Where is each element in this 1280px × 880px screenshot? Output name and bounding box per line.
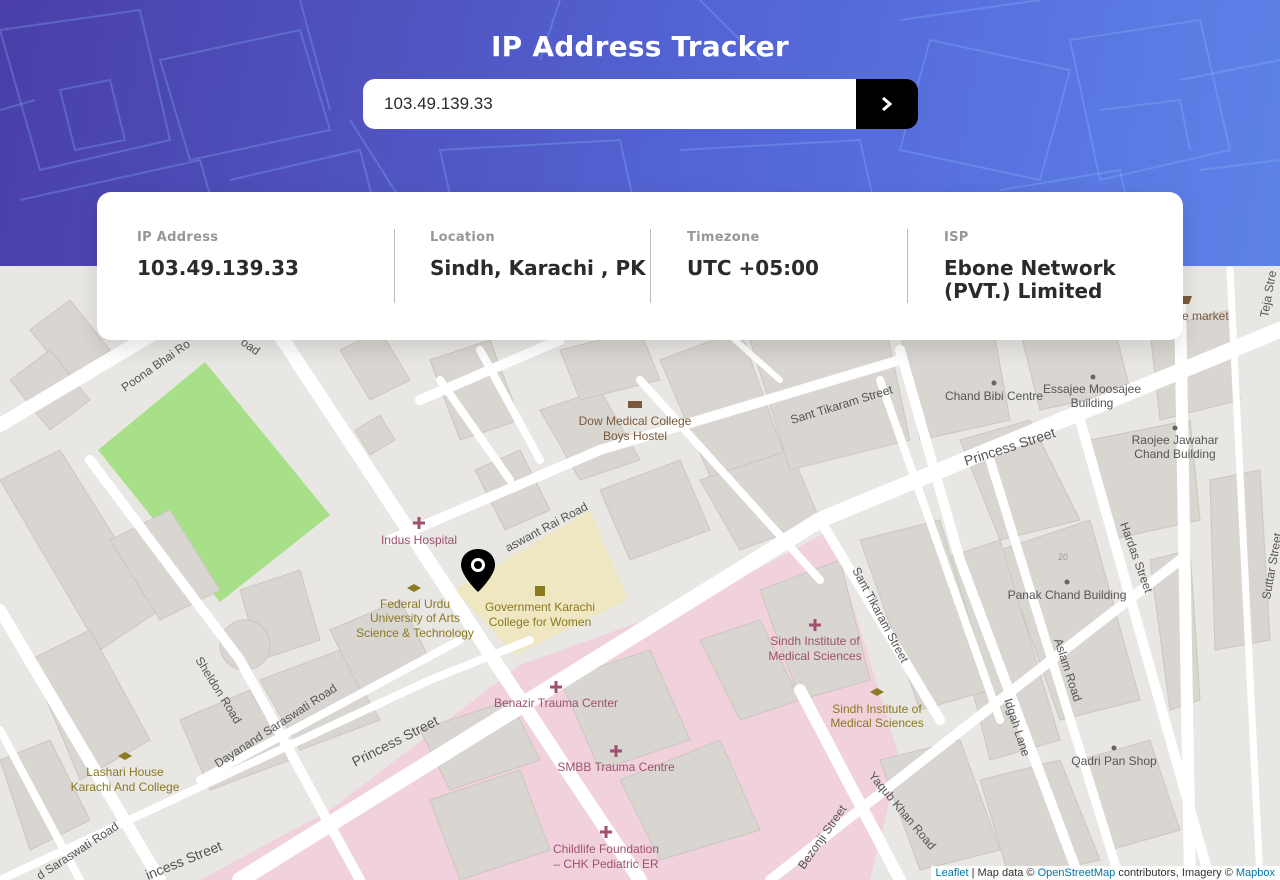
map-canvas[interactable]: Poona Bhai Ro oad Dow Medical College Bo… — [0, 266, 1280, 880]
map-label: Lashari House — [86, 765, 164, 779]
attribution-text: | Map data © — [968, 867, 1038, 879]
location-section: Location Sindh, Karachi , PK — [430, 230, 646, 280]
map-label: Medical Sciences — [768, 649, 861, 663]
map-label: Building — [1071, 396, 1114, 410]
isp-value-line1: Ebone Network — [944, 256, 1116, 280]
map-label: Raojee Jawahar — [1132, 433, 1219, 447]
map-label: 20 — [1058, 552, 1068, 562]
chevron-right-icon — [882, 96, 893, 112]
location-label: Location — [430, 230, 495, 245]
isp-label: ISP — [944, 230, 969, 245]
map-label: Federal Urdu — [380, 597, 450, 611]
map-label: Medical Sciences — [830, 716, 923, 730]
map-label: Benazir Trauma Center — [494, 696, 618, 710]
map-label: SMBB Trauma Centre — [557, 760, 675, 774]
map-label: Panak Chand Building — [1008, 588, 1127, 602]
ip-address-label: IP Address — [137, 230, 219, 245]
hostel-icon — [628, 401, 642, 408]
ip-address-value: 103.49.139.33 — [137, 256, 299, 280]
map-label: Essajee Moosajee — [1043, 382, 1141, 396]
map-label: Boys Hostel — [603, 429, 667, 443]
map-label: University of Arts — [370, 611, 460, 625]
map-label: College for Women — [489, 615, 592, 629]
page-title: IP Address Tracker — [491, 30, 789, 63]
poi-dot-icon — [1172, 425, 1178, 431]
divider — [394, 229, 395, 303]
map-attribution: Leaflet | Map data © OpenStreetMap contr… — [930, 866, 1280, 880]
osm-link[interactable]: OpenStreetMap — [1038, 867, 1116, 879]
divider — [907, 229, 908, 303]
search-submit-button[interactable] — [856, 79, 918, 129]
leaflet-link[interactable]: Leaflet — [936, 867, 969, 879]
ip-info-card: IP Address 103.49.139.33 Location Sindh,… — [97, 192, 1183, 340]
map-label: Government Karachi — [485, 600, 595, 614]
map-label: Dow Medical College — [579, 414, 692, 428]
map-label: Science & Technology — [356, 626, 474, 640]
map-label: Childlife Foundation — [553, 842, 659, 856]
ip-search-input[interactable] — [363, 79, 856, 129]
timezone-section: Timezone UTC +05:00 — [687, 230, 819, 280]
poi-dot-icon — [1111, 745, 1117, 751]
map-label: Sindh Institute of — [770, 634, 860, 648]
poi-dot-icon — [1064, 579, 1070, 585]
map-label: Sindh Institute of — [832, 702, 922, 716]
timezone-value: UTC +05:00 — [687, 256, 819, 280]
timezone-label: Timezone — [687, 230, 760, 245]
map-label: e market — [1182, 309, 1229, 323]
location-pin-icon[interactable] — [460, 548, 496, 594]
map-label: Qadri Pan Shop — [1071, 754, 1157, 768]
map-label: Karachi And College — [71, 780, 180, 794]
map-view[interactable]: Poona Bhai Ro oad Dow Medical College Bo… — [0, 266, 1280, 880]
divider — [650, 229, 651, 303]
college-icon — [535, 586, 545, 596]
mapbox-link[interactable]: Mapbox — [1236, 867, 1275, 879]
map-label: Chand Building — [1134, 447, 1215, 461]
map-label: Chand Bibi Centre — [945, 389, 1043, 403]
location-value: Sindh, Karachi , PK — [430, 256, 646, 280]
map-label: – CHK Pediatric ER — [553, 857, 659, 871]
attribution-text: contributors, Imagery © — [1115, 867, 1236, 879]
poi-dot-icon — [1090, 374, 1096, 380]
search-bar — [363, 79, 918, 129]
poi-dot-icon — [991, 380, 997, 386]
isp-value-line2: (PVT.) Limited — [944, 279, 1103, 303]
ip-address-section: IP Address 103.49.139.33 — [137, 230, 299, 280]
map-label: Indus Hospital — [381, 533, 457, 547]
isp-value: Ebone Network (PVT.) Limited — [944, 257, 1116, 303]
isp-section: ISP Ebone Network (PVT.) Limited — [944, 230, 1116, 303]
